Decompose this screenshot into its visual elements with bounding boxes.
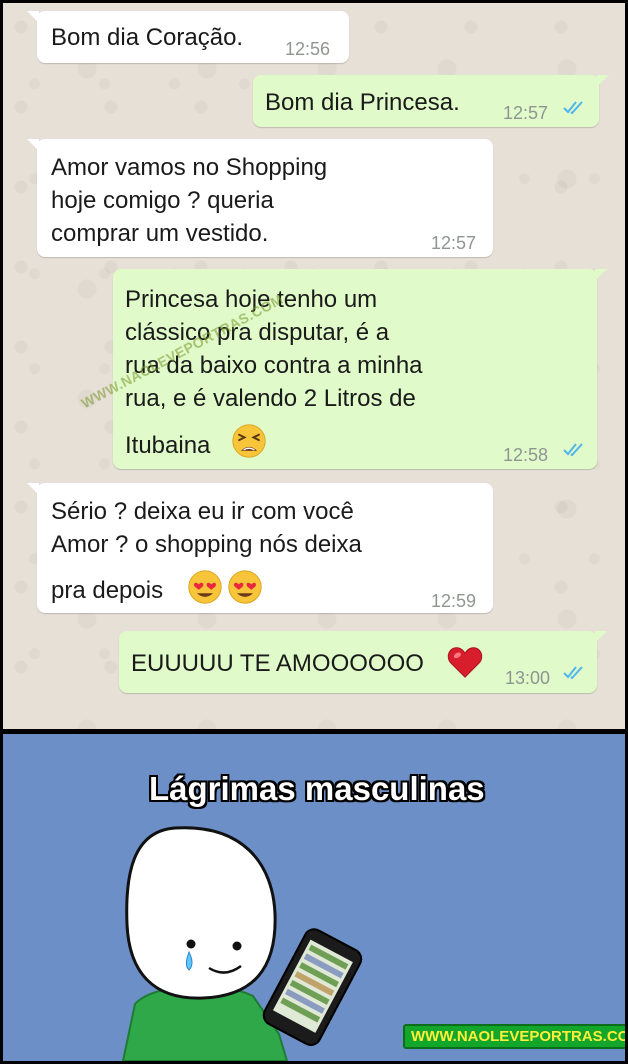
- meme-image: Bom dia Coração. 12:56 Bom dia Princesa.…: [0, 0, 628, 1064]
- message-time: 12:58: [503, 445, 549, 465]
- message-text-line: Itubaina: [125, 432, 211, 459]
- message-text: Bom dia Princesa.: [265, 89, 460, 116]
- double-check-icon: [563, 666, 583, 679]
- tired-face-emoji: [232, 424, 266, 458]
- message-text-line: comprar um vestido.: [51, 220, 269, 247]
- website-watermark: WWW.NAOLEVEPORTRAS.COM: [403, 1024, 625, 1049]
- heart-eyes-emoji: [228, 570, 262, 604]
- message-text-line: hoje comigo ? queria: [51, 187, 274, 214]
- crying-man-illustration: [121, 826, 363, 1061]
- message-outgoing[interactable]: EUUUUU TE AMOOOOOO 13:00: [119, 631, 607, 693]
- message-time: 12:56: [285, 39, 331, 59]
- heart-eyes-emoji: [188, 570, 222, 604]
- message-text-line: Amor ? o shopping nós deixa: [51, 531, 362, 558]
- message-outgoing[interactable]: Bom dia Princesa. 12:57: [253, 75, 609, 127]
- chat-conversation[interactable]: Bom dia Coração. 12:56 Bom dia Princesa.…: [3, 3, 625, 729]
- meme-panel: Lágrimas masculinas WWW.NAOLEVEPORTRAS.C…: [3, 734, 625, 1061]
- message-time: 13:00: [505, 668, 551, 688]
- message-incoming[interactable]: Amor vamos no Shopping hoje comigo ? que…: [27, 139, 493, 257]
- message-text-line: Amor vamos no Shopping: [51, 154, 328, 181]
- message-text-line: Sério ? deixa eu ir com você: [51, 498, 354, 525]
- message-incoming[interactable]: Sério ? deixa eu ir com você Amor ? o sh…: [27, 483, 493, 613]
- message-text-line: clássico pra disputar, é a: [125, 319, 390, 346]
- double-check-icon: [563, 443, 583, 456]
- message-time: 12:57: [503, 103, 549, 123]
- message-incoming[interactable]: Bom dia Coração. 12:56: [27, 11, 349, 63]
- message-text: Bom dia Coração.: [51, 24, 244, 51]
- message-outgoing[interactable]: Princesa hoje tenho um clássico pra disp…: [113, 269, 607, 469]
- message-time: 12:57: [431, 233, 477, 253]
- double-check-icon: [563, 101, 583, 114]
- message-time: 12:59: [431, 591, 477, 611]
- red-heart-emoji: [447, 647, 483, 678]
- message-text-line: pra depois: [51, 577, 164, 604]
- message-text-line: rua, e é valendo 2 Litros de: [125, 385, 416, 412]
- message-text: EUUUUU TE AMOOOOOO: [131, 650, 424, 677]
